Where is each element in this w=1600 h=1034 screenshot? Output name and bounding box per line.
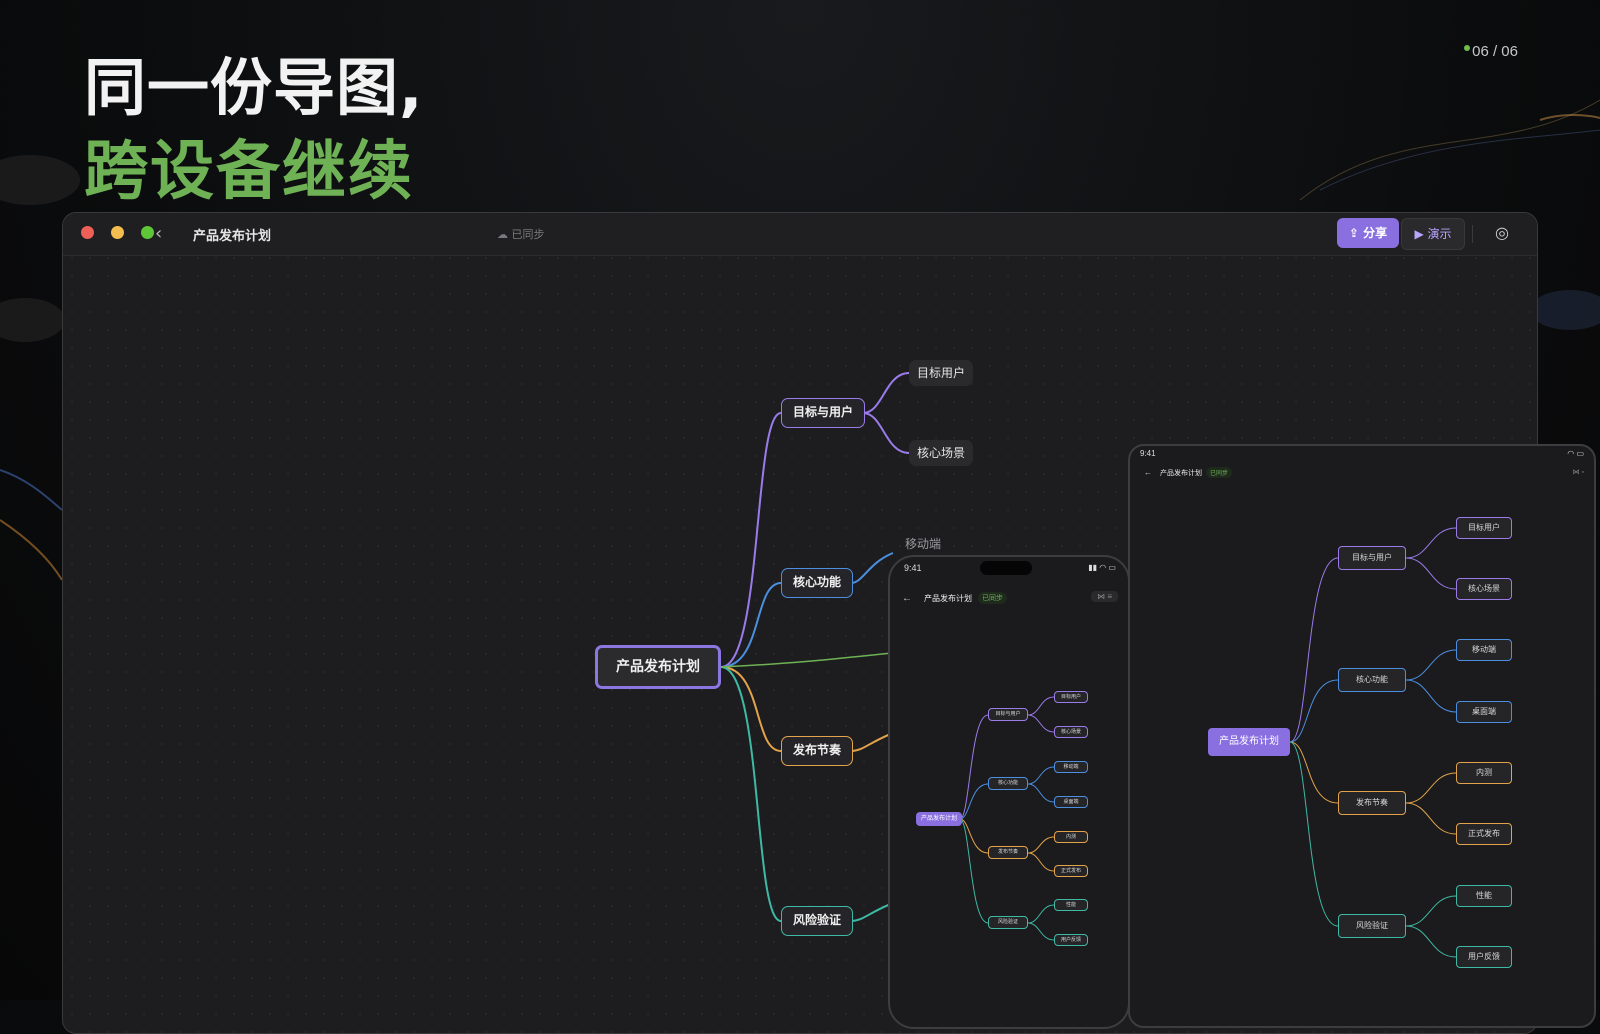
tablet-leaf-mobile[interactable]: 移动端 bbox=[1456, 639, 1512, 661]
phone-leaf-feedback[interactable]: 用户反馈 bbox=[1054, 934, 1088, 946]
tablet-leaf-desktop[interactable]: 桌面端 bbox=[1456, 701, 1512, 723]
phone-leaf-core-scenarios[interactable]: 核心场景 bbox=[1054, 726, 1088, 738]
phone-branch-features[interactable]: 核心功能 bbox=[988, 777, 1028, 790]
phone-leaf-desktop[interactable]: 桌面端 bbox=[1054, 796, 1088, 808]
phone-branch-risk[interactable]: 风险验证 bbox=[988, 916, 1028, 929]
status-dot-icon bbox=[1464, 45, 1471, 51]
phone-root-node[interactable]: 产品发布计划 bbox=[916, 812, 962, 826]
phone-leaf-performance[interactable]: 性能 bbox=[1054, 899, 1088, 911]
phone-leaf-target-users[interactable]: 目标用户 bbox=[1054, 691, 1088, 703]
tablet-branch-risk[interactable]: 风险验证 bbox=[1338, 914, 1406, 938]
headline-line-1: 同一份导图, bbox=[84, 51, 424, 124]
tablet-mockup: 9:41 ◠ ▭ ← 产品发布计划 已同步 ⋈ ▫ 产品发布计划 目标与用户 核… bbox=[1128, 444, 1596, 1028]
branch-node-features[interactable]: 核心功能 bbox=[781, 568, 853, 598]
phone-leaf-launch[interactable]: 正式发布 bbox=[1054, 865, 1088, 877]
branch-node-release[interactable]: 发布节奏 bbox=[781, 736, 853, 766]
tablet-branch-release[interactable]: 发布节奏 bbox=[1338, 791, 1406, 815]
slide-headline: 同一份导图, 跨设备继续 bbox=[84, 46, 424, 214]
phone-mindmap-connectors bbox=[959, 696, 1055, 941]
phone-branch-release[interactable]: 发布节奏 bbox=[988, 846, 1028, 859]
branch-node-risk[interactable]: 风险验证 bbox=[781, 906, 853, 936]
leaf-node-core-scenarios[interactable]: 核心场景 bbox=[909, 440, 973, 466]
phone-leaf-mobile[interactable]: 移动端 bbox=[1054, 761, 1088, 773]
page-indicator: 06 / 06 bbox=[1464, 43, 1518, 60]
tablet-leaf-launch[interactable]: 正式发布 bbox=[1456, 823, 1512, 845]
branch-node-goals[interactable]: 目标与用户 bbox=[781, 398, 865, 428]
phone-mockup: 9:41 ▮▮ ◠ ▭ ← 产品发布计划 已同步 ⋈ ≡ 产品发布计划 目标与用… bbox=[888, 555, 1130, 1029]
tablet-root-node[interactable]: 产品发布计划 bbox=[1208, 728, 1290, 756]
tablet-branch-goals[interactable]: 目标与用户 bbox=[1338, 546, 1406, 570]
tablet-leaf-feedback[interactable]: 用户反馈 bbox=[1456, 946, 1512, 968]
tablet-leaf-core-scenarios[interactable]: 核心场景 bbox=[1456, 578, 1512, 600]
leaf-node-mobile-partial[interactable]: 移动端 bbox=[897, 531, 949, 557]
mindmap-root-node[interactable]: 产品发布计划 bbox=[595, 645, 721, 689]
tablet-mindmap-connectors bbox=[1289, 527, 1457, 958]
tablet-leaf-target-users[interactable]: 目标用户 bbox=[1456, 517, 1512, 539]
headline-line-2: 跨设备继续 bbox=[84, 135, 414, 209]
page-number: 06 / 06 bbox=[1472, 43, 1518, 60]
leaf-node-target-users[interactable]: 目标用户 bbox=[909, 360, 973, 386]
phone-leaf-beta[interactable]: 内测 bbox=[1054, 831, 1088, 843]
tablet-leaf-performance[interactable]: 性能 bbox=[1456, 885, 1512, 907]
phone-branch-goals[interactable]: 目标与用户 bbox=[988, 708, 1028, 721]
tablet-leaf-beta[interactable]: 内测 bbox=[1456, 762, 1512, 784]
tablet-branch-features[interactable]: 核心功能 bbox=[1338, 668, 1406, 692]
